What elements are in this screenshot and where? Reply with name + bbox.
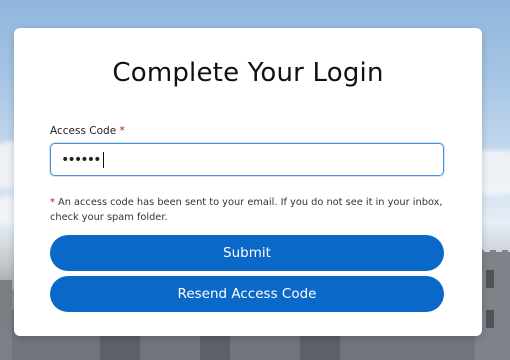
text-caret (103, 152, 104, 168)
access-code-note: * An access code has been sent to your e… (50, 195, 450, 225)
required-marker: * (119, 125, 125, 137)
note-text: An access code has been sent to your ema… (50, 197, 443, 223)
login-card: Complete Your Login Access Code * * An a… (14, 28, 482, 336)
resend-access-code-button[interactable]: Resend Access Code (50, 276, 444, 312)
access-code-field-wrapper[interactable] (50, 143, 444, 176)
access-code-label: Access Code * (50, 125, 125, 137)
access-code-input[interactable] (51, 144, 443, 175)
submit-button[interactable]: Submit (50, 235, 444, 271)
access-code-label-text: Access Code (50, 125, 117, 137)
page-title: Complete Your Login (112, 58, 384, 88)
